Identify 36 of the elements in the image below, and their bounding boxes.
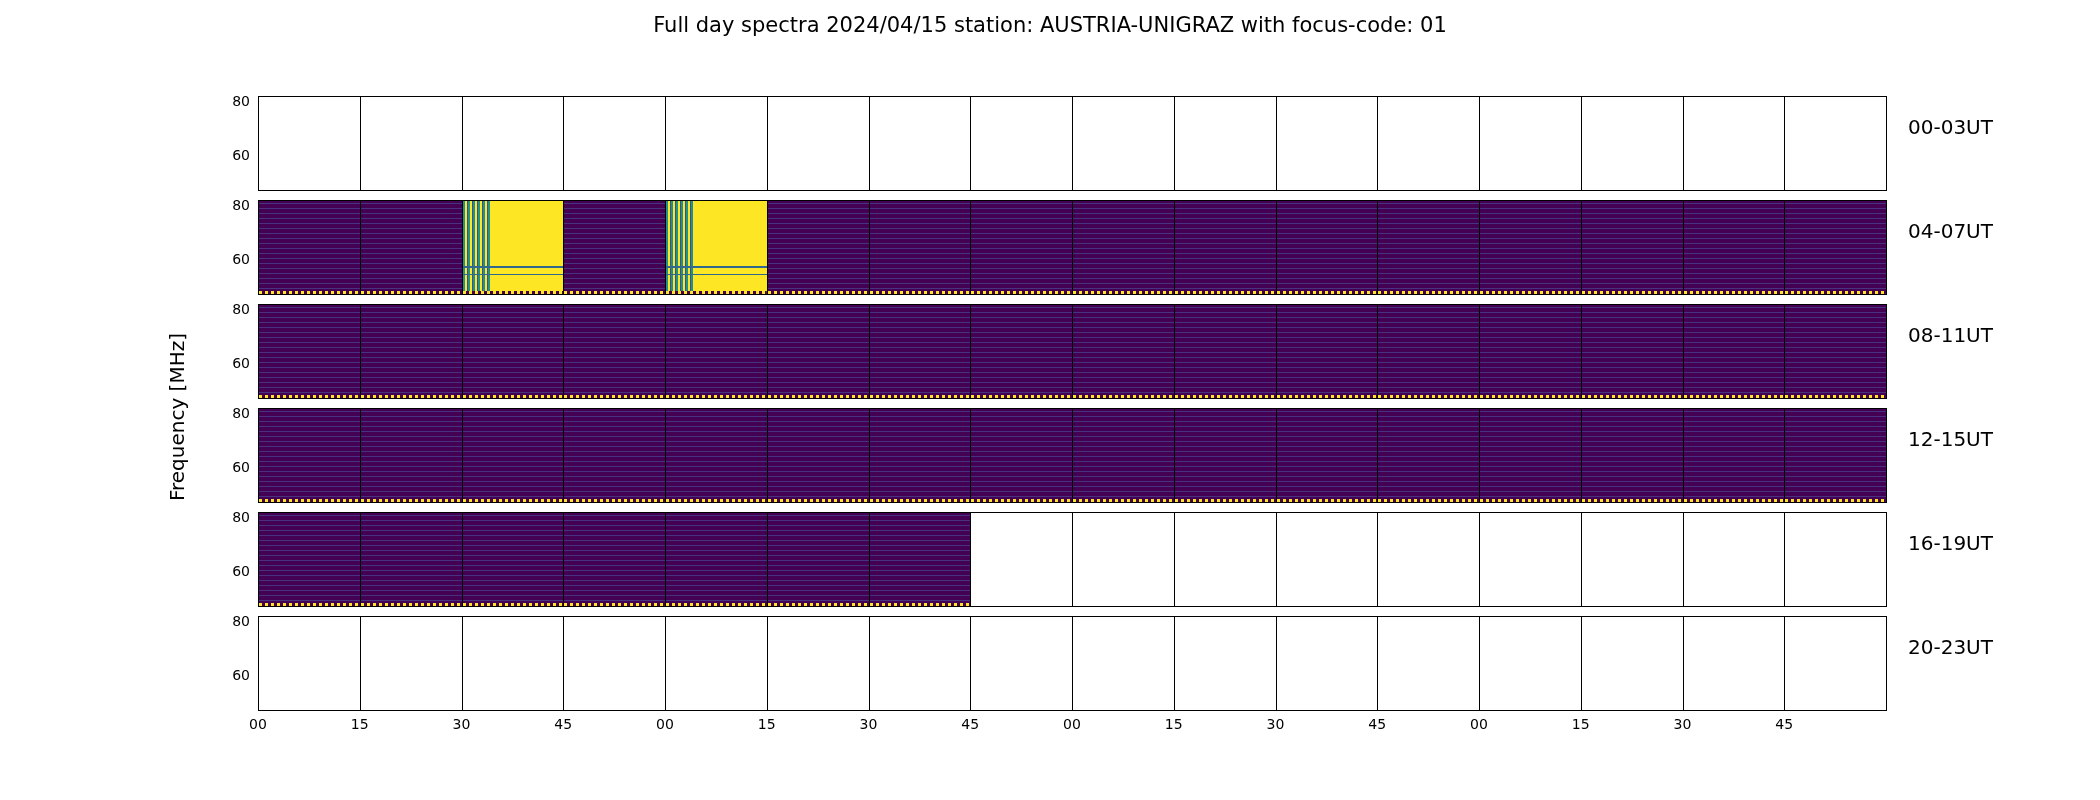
tick-label: 30: [1266, 715, 1285, 734]
tick-label: 80: [232, 302, 250, 316]
row-label: 20-23UT: [1908, 634, 1994, 661]
tick-label: 60: [232, 148, 250, 162]
tick-label: 80: [232, 406, 250, 420]
row-label: 04-07UT: [1908, 218, 1994, 245]
tick-label: 60: [232, 356, 250, 370]
tick-label: 60: [232, 460, 250, 474]
tick-label: 30: [1673, 715, 1692, 734]
tick-label: 60: [232, 564, 250, 578]
tick-label: 45: [1368, 715, 1387, 734]
row-label: 16-19UT: [1908, 530, 1994, 557]
tick-label: 45: [1775, 715, 1794, 734]
tick-label: 30: [859, 715, 878, 734]
tick-label: 15: [1571, 715, 1590, 734]
tick-label: 00: [1063, 715, 1081, 734]
tick-label: 30: [452, 715, 471, 734]
tick-label: 60: [232, 668, 250, 682]
tick-label: 80: [232, 510, 250, 524]
tick-label: 80: [232, 94, 250, 108]
tick-label: 00: [249, 715, 267, 734]
row-label: 00-03UT: [1908, 114, 1994, 141]
tick-label: 00: [1470, 715, 1488, 734]
tick-label: 15: [1164, 715, 1183, 734]
tick-label: 80: [232, 614, 250, 628]
tick-label: 45: [554, 715, 573, 734]
tick-label: 60: [232, 252, 250, 266]
tick-label: 00: [656, 715, 674, 734]
tick-label: 80: [232, 198, 250, 212]
chart-title: Full day spectra 2024/04/15 station: AUSTRIA-UNIGRAZ with focus-code: 01: [652, 12, 1448, 39]
row-label: 12-15UT: [1908, 426, 1994, 453]
tick-label: 15: [757, 715, 776, 734]
tick-label: 15: [350, 715, 369, 734]
row-label: 08-11UT: [1908, 322, 1994, 349]
axis-label: Frequency [MHz]: [164, 332, 190, 502]
tick-label: 45: [961, 715, 980, 734]
